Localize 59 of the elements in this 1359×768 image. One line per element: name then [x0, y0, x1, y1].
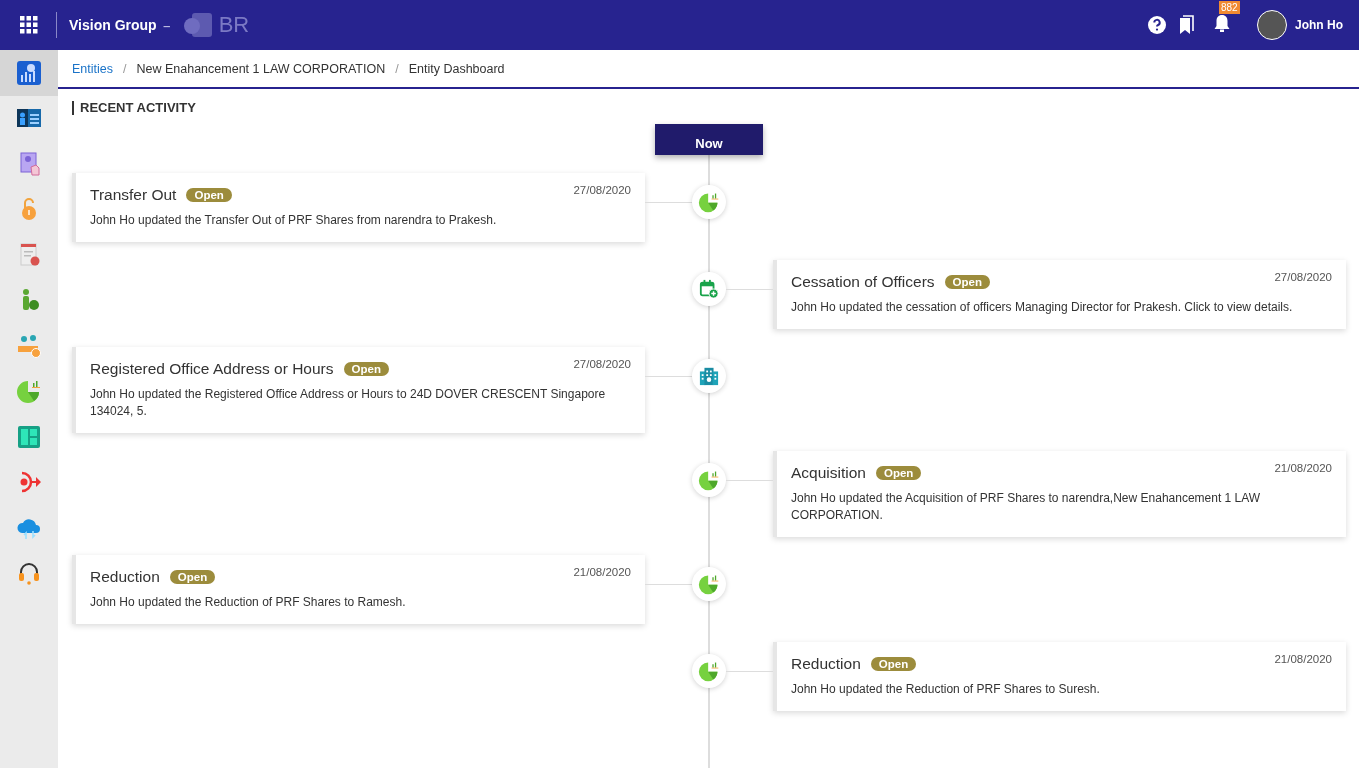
activity-date: 21/08/2020: [1274, 653, 1332, 665]
user-avatar[interactable]: [1257, 10, 1287, 40]
activity-card[interactable]: Acquisition Open 21/08/2020 John Ho updated the Acquisition of PRF Shares to narendra,New Enahancement 1 LAW CORPORATION.: [773, 451, 1346, 537]
activity-date: 27/08/2020: [1274, 271, 1332, 283]
product-logo-icon: [182, 12, 213, 38]
app-launcher-icon[interactable]: [20, 16, 38, 34]
section-title: RECENT ACTIVITY: [72, 101, 1346, 115]
activity-title: Transfer Out: [90, 186, 177, 204]
activity-description: John Ho updated the cessation of officers Managing Director for Prakesh. Click to view details.: [791, 299, 1294, 316]
pie-chart-icon: [698, 469, 720, 491]
product-name: BR: [218, 12, 250, 38]
activity-title: Cessation of Officers: [791, 273, 935, 291]
breadcrumb-item: New Enahancement 1 LAW CORPORATION: [136, 61, 386, 76]
bookmarks-icon[interactable]: [1179, 15, 1195, 35]
pie-chart-icon: [698, 573, 720, 595]
activity-date: 27/08/2020: [573, 358, 631, 370]
activity-card[interactable]: Registered Office Address or Hours Open 27/08/2020 John Ho updated the Registered Office Address or Hours to 24D DOVER CRESCENT Singapore 134024, 5.: [72, 347, 645, 433]
activity-description: John Ho updated the Acquisition of PRF Shares to narendra,New Enahancement 1 LAW CORPORATION.: [791, 490, 1262, 524]
activity-date: 21/08/2020: [573, 566, 631, 578]
sidebar-item-icon: [16, 332, 42, 359]
user-name[interactable]: John Ho: [1295, 18, 1343, 32]
activity-description: John Ho updated the Reduction of PRF Shares to Suresh.: [791, 681, 1101, 698]
notification-count: 882: [1219, 1, 1240, 14]
sidebar-item-icon: [16, 59, 42, 86]
breadcrumb-item: Entity Dashboard: [408, 61, 505, 76]
activity-title: Acquisition: [791, 464, 866, 482]
activity-title: Reduction: [791, 655, 861, 673]
pie-chart-icon: [698, 191, 720, 213]
breadcrumb-separator: /: [123, 61, 127, 76]
office-building-icon: [699, 366, 719, 386]
activity-card[interactable]: Reduction Open 21/08/2020 John Ho updated the Reduction of PRF Shares to Ramesh.: [72, 555, 645, 624]
activity-title: Reduction: [90, 568, 160, 586]
activity-description: John Ho updated the Reduction of PRF Shares to Ramesh.: [90, 594, 407, 611]
activity-card[interactable]: Transfer Out Open 27/08/2020 John Ho updated the Transfer Out of PRF Shares from narendra to Prakesh.: [72, 173, 645, 242]
activity-date: 21/08/2020: [1274, 462, 1332, 474]
activity-description: John Ho updated the Registered Office Address or Hours to 24D DOVER CRESCENT Singapore 134024, 5.: [90, 386, 607, 420]
status-badge: Open: [343, 362, 389, 376]
now-marker: Now: [655, 124, 763, 155]
title-separator: –: [162, 15, 171, 35]
activity-card[interactable]: Cessation of Officers Open 27/08/2020 John Ho updated the cessation of officers Managing Director for Prakesh. Click to view details.: [773, 260, 1346, 329]
calendar-add-icon: [699, 279, 719, 299]
activity-title: Registered Office Address or Hours: [90, 360, 334, 378]
status-badge: Open: [186, 188, 232, 202]
help-icon[interactable]: [1147, 15, 1167, 35]
breadcrumb-item[interactable]: Entities: [72, 61, 113, 76]
sidebar-item-icon: [16, 560, 42, 587]
notifications-icon[interactable]: [1213, 13, 1231, 33]
app-name: Vision Group: [69, 17, 157, 33]
activity-date: 27/08/2020: [573, 184, 631, 196]
activity-description: John Ho updated the Transfer Out of PRF Shares from narendra to Prakesh.: [90, 212, 498, 229]
breadcrumb-separator: /: [395, 61, 399, 76]
status-badge: Open: [944, 275, 990, 289]
status-badge: Open: [875, 466, 922, 480]
pie-chart-icon: [698, 660, 720, 682]
activity-card[interactable]: Reduction Open 21/08/2020 John Ho updated the Reduction of PRF Shares to Suresh.: [773, 642, 1346, 711]
status-badge: Open: [169, 570, 216, 584]
sidebar-item-icon: [16, 378, 42, 405]
status-badge: Open: [870, 657, 917, 671]
sidebar-item-icon: [16, 423, 42, 450]
